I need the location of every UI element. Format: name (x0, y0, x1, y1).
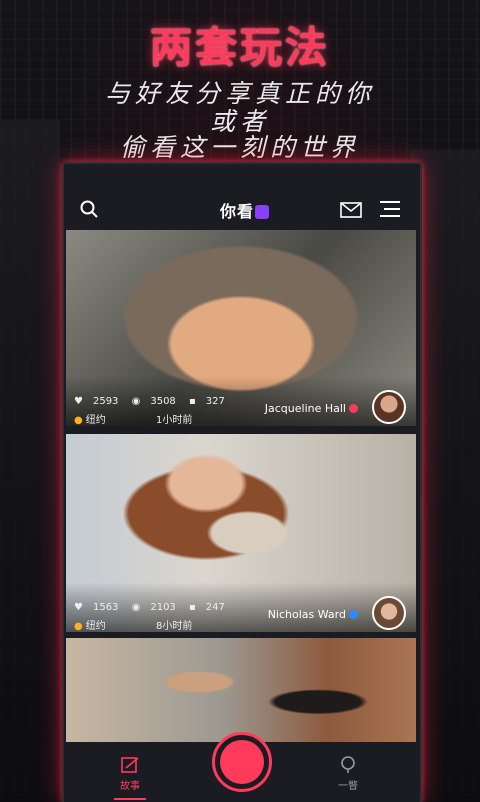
card-stats: ♥ 2593 ◉ 3508 ▪ 327 (74, 396, 235, 407)
comments-count: 247 (205, 602, 225, 613)
city-building-left (0, 120, 60, 800)
promo-line-3: 偷看这一刻的世界 (119, 133, 360, 162)
card-stats: ♥ 1563 ◉ 2103 ▪ 247 (74, 602, 235, 613)
card-location: ● 纽约 (74, 411, 106, 426)
location-text: 纽约 (85, 415, 106, 426)
location-pin-icon: ● (74, 415, 83, 426)
phone-frame: 你看 ♥ 2593 ◉ 3508 ▪ 327 ● 纽约 1小时前 Jacqueline … (62, 162, 422, 802)
heart-icon: ♥ (74, 396, 83, 407)
peek-icon (341, 756, 355, 773)
promo-headline: 两套玩法 (149, 23, 330, 72)
menu-icon[interactable] (380, 200, 400, 218)
stories-icon (121, 757, 139, 773)
location-pin-icon: ● (74, 621, 83, 632)
tab-stories[interactable]: 故事 (100, 756, 160, 800)
search-icon[interactable] (80, 200, 98, 218)
author-name: Jacqueline Hall (264, 402, 346, 415)
app-logo-text: 你看 (220, 202, 255, 221)
verified-badge-icon (349, 404, 358, 413)
likes-count: 1563 (92, 602, 119, 613)
comment-icon: ▪ (188, 602, 196, 613)
record-button[interactable] (212, 732, 272, 792)
card-author[interactable]: Nicholas Ward (268, 608, 358, 621)
avatar[interactable] (372, 596, 406, 630)
views-count: 3508 (150, 396, 176, 407)
logo-mark (255, 205, 270, 219)
comment-icon: ▪ (188, 396, 196, 407)
tab-peek[interactable]: 一瞥 (318, 756, 378, 792)
location-text: 纽约 (85, 621, 106, 632)
comments-count: 327 (205, 396, 225, 407)
eye-icon: ◉ (131, 602, 141, 613)
likes-count: 2593 (92, 396, 119, 407)
top-bar: 你看 (64, 192, 420, 228)
app-logo: 你看 (220, 198, 270, 222)
feed-card[interactable]: ♥ 2593 ◉ 3508 ▪ 327 ● 纽约 1小时前 Jacqueline Hal… (66, 230, 416, 426)
card-time: 8小时前 (156, 621, 193, 632)
card-time: 1小时前 (156, 415, 193, 426)
tab-stories-label: 故事 (120, 781, 140, 792)
card-author[interactable]: Jacqueline Hall (265, 402, 358, 415)
bottom-tab-bar: 故事 一瞥 (64, 732, 420, 802)
verified-badge-icon (349, 610, 358, 619)
card-location: ● 纽约 (74, 617, 106, 632)
views-count: 2103 (150, 602, 176, 613)
mail-icon[interactable] (340, 202, 362, 218)
avatar[interactable] (372, 390, 406, 424)
eye-icon: ◉ (131, 396, 141, 407)
author-name: Nicholas Ward (267, 608, 346, 621)
tab-peek-label: 一瞥 (338, 781, 358, 792)
feed-card[interactable]: ♥ 1563 ◉ 2103 ▪ 247 ● 纽约 8小时前 Nicholas Ward (66, 434, 416, 632)
heart-icon: ♥ (74, 602, 83, 613)
record-icon (220, 740, 264, 784)
